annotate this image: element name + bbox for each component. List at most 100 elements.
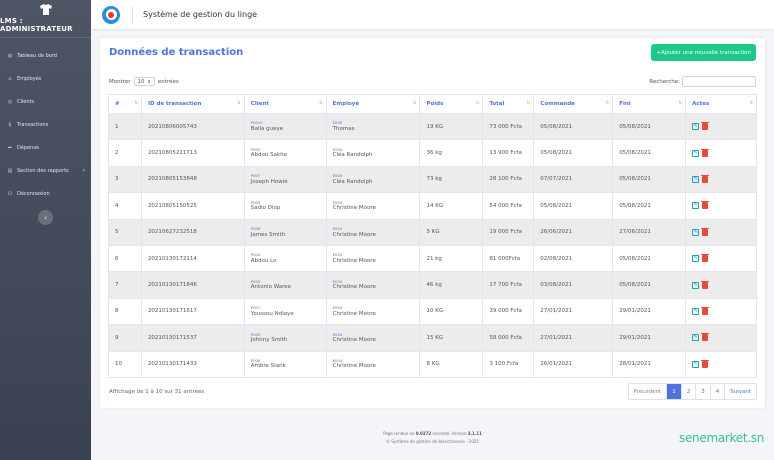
cell-number: 9: [108, 324, 142, 352]
edit-icon[interactable]: ✎: [692, 334, 700, 342]
trash-icon[interactable]: [701, 359, 710, 368]
client-name: Abdou Lo: [250, 257, 277, 264]
table-row: 1 20210806005743 P0010 Balla gueye E006 Thoma…: [108, 112, 757, 141]
cell-total: 17 700 Fcfa: [482, 271, 535, 299]
cell-client: P002 Abdou Sakho: [243, 139, 327, 167]
add-transaction-button[interactable]: +Ajouter une nouvelle transaction: [651, 44, 756, 61]
trash-icon[interactable]: [701, 201, 710, 210]
edit-icon[interactable]: ✎: [692, 307, 700, 315]
column-header-order[interactable]: Commande ⇅: [533, 94, 614, 114]
search-input[interactable]: [682, 76, 756, 87]
cell-weight: 5 KG: [419, 218, 484, 246]
cell-employee: E004 Christine Moore: [325, 192, 421, 220]
cell-actions: ✎: [685, 139, 757, 167]
sidebar-item-label: Transactions: [17, 121, 49, 128]
cell-client: P006 Ambre Slank: [243, 350, 327, 378]
app-logo[interactable]: [102, 5, 120, 24]
column-header-employee[interactable]: Employé ⇅: [325, 94, 421, 114]
client-name: James Smith: [250, 231, 286, 238]
cell-finished-date: 05/08/2021: [612, 192, 687, 220]
cell-weight: 19 KG: [419, 112, 484, 141]
cell-total: 3 100 Fcfa: [482, 350, 535, 378]
cell-weight: 8 KG: [419, 350, 484, 378]
cell-order-date: 02/08/2021: [533, 244, 614, 273]
column-header-number[interactable]: # ⇅: [108, 94, 142, 114]
cell-finished-date: 29/01/2021: [612, 324, 687, 352]
edit-icon[interactable]: ✎: [692, 281, 700, 289]
pagination-page-1[interactable]: 1: [667, 384, 682, 399]
cell-finished-date: 05/08/2021: [612, 139, 687, 167]
sidebar-item-transactions[interactable]: $ Transactions: [0, 113, 91, 136]
trash-icon[interactable]: [701, 174, 710, 183]
brand-title: LMS : ADMINISTRATEUR: [0, 17, 73, 33]
edit-icon[interactable]: ✎: [692, 360, 700, 368]
trash-icon[interactable]: [701, 306, 710, 315]
cell-transaction-id: 20210805153848: [140, 165, 245, 194]
edit-icon[interactable]: ✎: [692, 202, 700, 210]
trash-icon[interactable]: [701, 333, 710, 342]
column-header-finished[interactable]: Fini ⇅: [612, 94, 687, 114]
show-entries-suffix: entrées: [157, 78, 179, 85]
pagination-page-3[interactable]: 3: [696, 384, 711, 399]
sidebar-item-reports[interactable]: ▤ Section des rapports ›: [0, 159, 91, 182]
footer-render-info: Page rendue en 0.0372 seconde. Version 3…: [91, 430, 774, 438]
edit-icon[interactable]: ✎: [692, 123, 700, 131]
edit-icon[interactable]: ✎: [692, 175, 700, 183]
sidebar-item-logout[interactable]: ⏻ Déconnexion: [0, 182, 91, 205]
cell-actions: ✎: [685, 218, 757, 246]
edit-icon[interactable]: ✎: [692, 228, 700, 236]
column-header-client[interactable]: Client ⇅: [243, 94, 327, 114]
edit-icon[interactable]: ✎: [692, 255, 700, 263]
transactions-table: # ⇅ ID de transaction ⇅ Client ⇅ Employé ⇅ P…: [108, 94, 757, 378]
cell-transaction-id: 20210130171617: [140, 297, 245, 326]
table-row: 6 20210130172114 P004 Abdou Lo E004 Christine…: [108, 244, 757, 273]
sidebar: LMS : ADMINISTRATEUR ◍ Tableau de bord ♙…: [0, 0, 91, 460]
cell-total: 58 000 Fcfa: [482, 324, 535, 352]
trash-icon[interactable]: [701, 122, 710, 131]
cell-order-date: 05/08/2021: [533, 192, 614, 220]
cell-weight: 14 KG: [419, 192, 484, 220]
chevron-down-icon: ⬍: [147, 79, 151, 84]
column-header-actions[interactable]: Actes ⇅: [685, 94, 757, 114]
cell-total: 28 100 Fcfa: [482, 165, 535, 194]
sidebar-item-clients[interactable]: ◎ Clients: [0, 90, 91, 113]
employee-name: Christine Moore: [332, 257, 376, 264]
cell-transaction-id: 20210805211713: [140, 139, 245, 167]
header-label: Commande: [540, 101, 575, 107]
sidebar-collapse-button[interactable]: ‹: [38, 210, 53, 225]
sidebar-item-dashboard[interactable]: ◍ Tableau de bord: [0, 44, 91, 67]
cell-finished-date: 29/01/2021: [612, 297, 687, 326]
show-entries: Montrer 10 ⬍ entrées: [109, 77, 179, 86]
sidebar-item-employees[interactable]: ♙ Employés: [0, 67, 91, 90]
column-header-total[interactable]: Total ⇅: [482, 94, 535, 114]
pagination-previous[interactable]: Précédent: [629, 384, 668, 399]
pagination-page-4[interactable]: 4: [711, 384, 726, 399]
entries-select-value: 10: [137, 78, 145, 85]
entries-select[interactable]: 10 ⬍: [133, 77, 155, 86]
trash-icon[interactable]: [701, 254, 710, 263]
header-label: ID de transaction: [147, 101, 202, 107]
edit-icon[interactable]: ✎: [692, 149, 700, 157]
header-label: Fini: [619, 101, 631, 107]
sidebar-brand[interactable]: LMS : ADMINISTRATEUR: [0, 0, 91, 38]
cell-actions: ✎: [685, 192, 757, 220]
table-row: 5 20210627232518 P008 James Smith E004 Christ…: [108, 218, 757, 246]
cell-transaction-id: 20210130171846: [140, 271, 245, 299]
sort-icon: ⇅: [475, 101, 480, 106]
trash-icon[interactable]: [701, 148, 710, 157]
chevron-right-icon: ›: [82, 167, 85, 174]
sidebar-item-expenses[interactable]: ➦ Dépense: [0, 136, 91, 159]
column-header-transaction-id[interactable]: ID de transaction ⇅: [140, 94, 245, 114]
pagination-page-2[interactable]: 2: [682, 384, 697, 399]
sidebar-nav: ◍ Tableau de bord ♙ Employés ◎ Clients $…: [0, 44, 91, 205]
pagination: Précédent 1 2 3 4 Suivant: [627, 383, 757, 400]
trash-icon[interactable]: [701, 280, 710, 289]
topbar: Système de gestion du linge: [91, 0, 774, 29]
render-time: 0.0372: [415, 431, 432, 436]
cell-order-date: 27/01/2021: [533, 324, 614, 352]
sort-icon: ⇅: [237, 101, 241, 106]
pagination-next[interactable]: Suivant: [725, 384, 756, 399]
trash-icon[interactable]: [701, 227, 710, 236]
column-header-weight[interactable]: Poids ⇅: [419, 94, 484, 114]
cell-transaction-id: 20210130171433: [140, 350, 245, 378]
